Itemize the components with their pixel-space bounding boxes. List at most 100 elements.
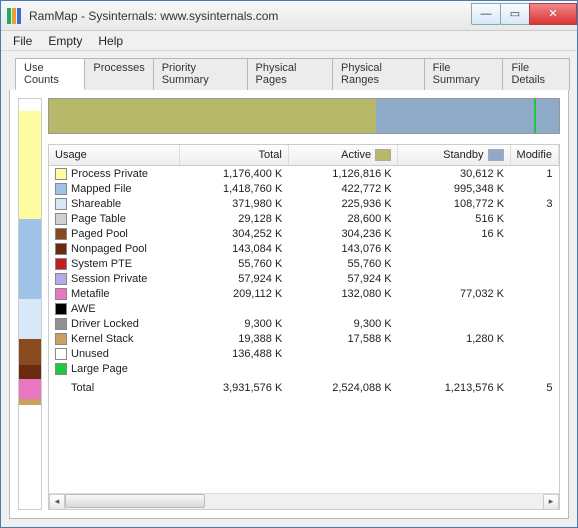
bar-segment-active — [49, 99, 376, 133]
cell-modified — [510, 211, 558, 226]
cell-total: 143,084 K — [179, 241, 288, 256]
cell-standby: 516 K — [398, 211, 510, 226]
usage-table: Usage Total Active Standby Modifie Proce… — [49, 145, 559, 396]
cell-total: 209,112 K — [179, 286, 288, 301]
bar-segment-other — [536, 99, 559, 133]
row-color-swatch — [55, 273, 67, 285]
cell-standby — [398, 361, 510, 376]
table-row[interactable]: Nonpaged Pool143,084 K143,076 K — [49, 241, 559, 256]
close-button[interactable]: ✕ — [529, 3, 577, 25]
cell-modified — [510, 286, 558, 301]
strip-segment — [19, 219, 41, 299]
row-color-swatch — [55, 318, 67, 330]
col-standby[interactable]: Standby — [398, 145, 510, 166]
scroll-thumb[interactable] — [65, 494, 205, 508]
row-name: Process Private — [71, 168, 148, 180]
cell-standby — [398, 346, 510, 361]
cell-standby: 16 K — [398, 226, 510, 241]
cell-total: 371,980 K — [179, 196, 288, 211]
cell-active: 1,126,816 K — [288, 166, 397, 182]
cell-modified — [510, 301, 558, 316]
tab-priority-summary[interactable]: Priority Summary — [153, 58, 248, 90]
cell-active: 55,760 K — [288, 256, 397, 271]
strip-segment — [19, 99, 41, 111]
cell-modified — [510, 331, 558, 346]
cell-modified — [510, 181, 558, 196]
cell-modified — [510, 346, 558, 361]
table-row[interactable]: Metafile209,112 K132,080 K77,032 K — [49, 286, 559, 301]
row-name: Kernel Stack — [71, 333, 133, 345]
table-row[interactable]: System PTE55,760 K55,760 K — [49, 256, 559, 271]
menu-file[interactable]: File — [5, 32, 40, 50]
cell-total: 304,252 K — [179, 226, 288, 241]
cell-active: 28,600 K — [288, 211, 397, 226]
window-buttons: — ▭ ✕ — [472, 3, 577, 25]
active-swatch-icon — [375, 149, 391, 161]
cell-modified — [510, 316, 558, 331]
scroll-left-button[interactable]: ◂ — [49, 494, 65, 510]
row-color-swatch — [55, 198, 67, 210]
total-modified: 5 — [510, 376, 558, 396]
titlebar[interactable]: RamMap - Sysinternals: www.sysinternals.… — [1, 1, 577, 31]
cell-total: 19,388 K — [179, 331, 288, 346]
cell-active: 422,772 K — [288, 181, 397, 196]
tab-use-counts[interactable]: Use Counts — [15, 58, 85, 90]
table-row[interactable]: Session Private57,924 K57,924 K — [49, 271, 559, 286]
cell-active: 304,236 K — [288, 226, 397, 241]
col-active[interactable]: Active — [288, 145, 397, 166]
tab-file-summary[interactable]: File Summary — [424, 58, 504, 90]
row-name: Nonpaged Pool — [71, 243, 147, 255]
tab-physical-pages[interactable]: Physical Pages — [247, 58, 334, 90]
row-color-swatch — [55, 243, 67, 255]
cell-standby: 1,280 K — [398, 331, 510, 346]
table-header-row: Usage Total Active Standby Modifie — [49, 145, 559, 166]
strip-segment — [19, 339, 41, 365]
cell-standby — [398, 271, 510, 286]
app-window: RamMap - Sysinternals: www.sysinternals.… — [0, 0, 578, 528]
table-row[interactable]: Large Page — [49, 361, 559, 376]
table-row[interactable]: Unused136,488 K — [49, 346, 559, 361]
cell-active — [288, 346, 397, 361]
row-color-swatch — [55, 213, 67, 225]
col-usage[interactable]: Usage — [49, 145, 179, 166]
table-row[interactable]: Process Private1,176,400 K1,126,816 K30,… — [49, 166, 559, 182]
row-name: Large Page — [71, 363, 128, 375]
row-name: AWE — [71, 303, 96, 315]
total-total: 3,931,576 K — [179, 376, 288, 396]
table-row[interactable]: Driver Locked9,300 K9,300 K — [49, 316, 559, 331]
cell-modified — [510, 256, 558, 271]
menu-empty[interactable]: Empty — [40, 32, 90, 50]
cell-standby — [398, 316, 510, 331]
row-color-swatch — [55, 288, 67, 300]
table-total-row: Total3,931,576 K2,524,088 K1,213,576 K5 — [49, 376, 559, 396]
scroll-track[interactable] — [65, 494, 543, 510]
table-row[interactable]: Mapped File1,418,760 K422,772 K995,348 K — [49, 181, 559, 196]
table-row[interactable]: Paged Pool304,252 K304,236 K16 K — [49, 226, 559, 241]
row-color-swatch — [55, 228, 67, 240]
scroll-right-button[interactable]: ▸ — [543, 494, 559, 510]
window-title: RamMap - Sysinternals: www.sysinternals.… — [29, 9, 472, 23]
total-active: 2,524,088 K — [288, 376, 397, 396]
usage-color-strip — [18, 98, 42, 510]
table-row[interactable]: Kernel Stack19,388 K17,588 K1,280 K — [49, 331, 559, 346]
col-modified[interactable]: Modifie — [510, 145, 558, 166]
table-row[interactable]: AWE — [49, 301, 559, 316]
row-name: Metafile — [71, 288, 110, 300]
row-name: Session Private — [71, 273, 147, 285]
row-color-swatch — [55, 258, 67, 270]
table-row[interactable]: Page Table29,128 K28,600 K516 K — [49, 211, 559, 226]
client-area: Use CountsProcessesPriority SummaryPhysi… — [1, 51, 577, 527]
col-total[interactable]: Total — [179, 145, 288, 166]
bar-segment-standby — [376, 99, 533, 133]
horizontal-scrollbar[interactable]: ◂ ▸ — [49, 493, 559, 509]
menu-help[interactable]: Help — [90, 32, 131, 50]
cell-total — [179, 301, 288, 316]
tab-processes[interactable]: Processes — [84, 58, 153, 90]
usage-stacked-bar — [48, 98, 560, 134]
tab-file-details[interactable]: File Details — [502, 58, 570, 90]
table-row[interactable]: Shareable371,980 K225,936 K108,772 K3 — [49, 196, 559, 211]
tab-physical-ranges[interactable]: Physical Ranges — [332, 58, 425, 90]
maximize-button[interactable]: ▭ — [500, 3, 530, 25]
minimize-button[interactable]: — — [471, 3, 501, 25]
cell-total — [179, 361, 288, 376]
